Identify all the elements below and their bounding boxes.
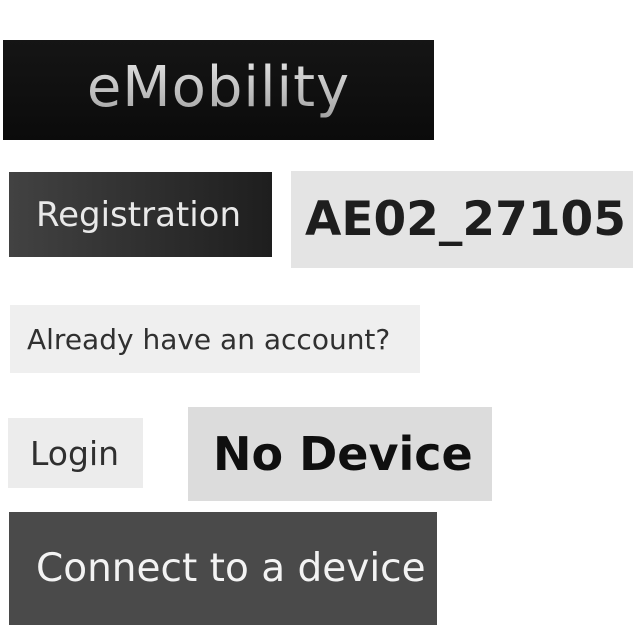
login-button[interactable]: Login: [8, 418, 143, 488]
device-status: No Device: [188, 407, 492, 501]
registration-button[interactable]: Registration: [9, 172, 272, 257]
registration-button-label: Registration: [36, 194, 242, 235]
login-button-label: Login: [30, 433, 120, 473]
device-id-value: AE02_27105: [305, 192, 626, 247]
device-id-display: AE02_27105: [291, 171, 633, 268]
device-status-text: No Device: [213, 427, 473, 481]
connect-device-button-label: Connect to a device: [36, 546, 426, 591]
account-prompt: Already have an account?: [10, 305, 420, 373]
logo-text: eMobility: [87, 55, 350, 126]
connect-device-button[interactable]: Connect to a device: [9, 512, 437, 625]
app-logo: eMobility: [3, 40, 434, 140]
account-prompt-text: Already have an account?: [27, 322, 391, 356]
